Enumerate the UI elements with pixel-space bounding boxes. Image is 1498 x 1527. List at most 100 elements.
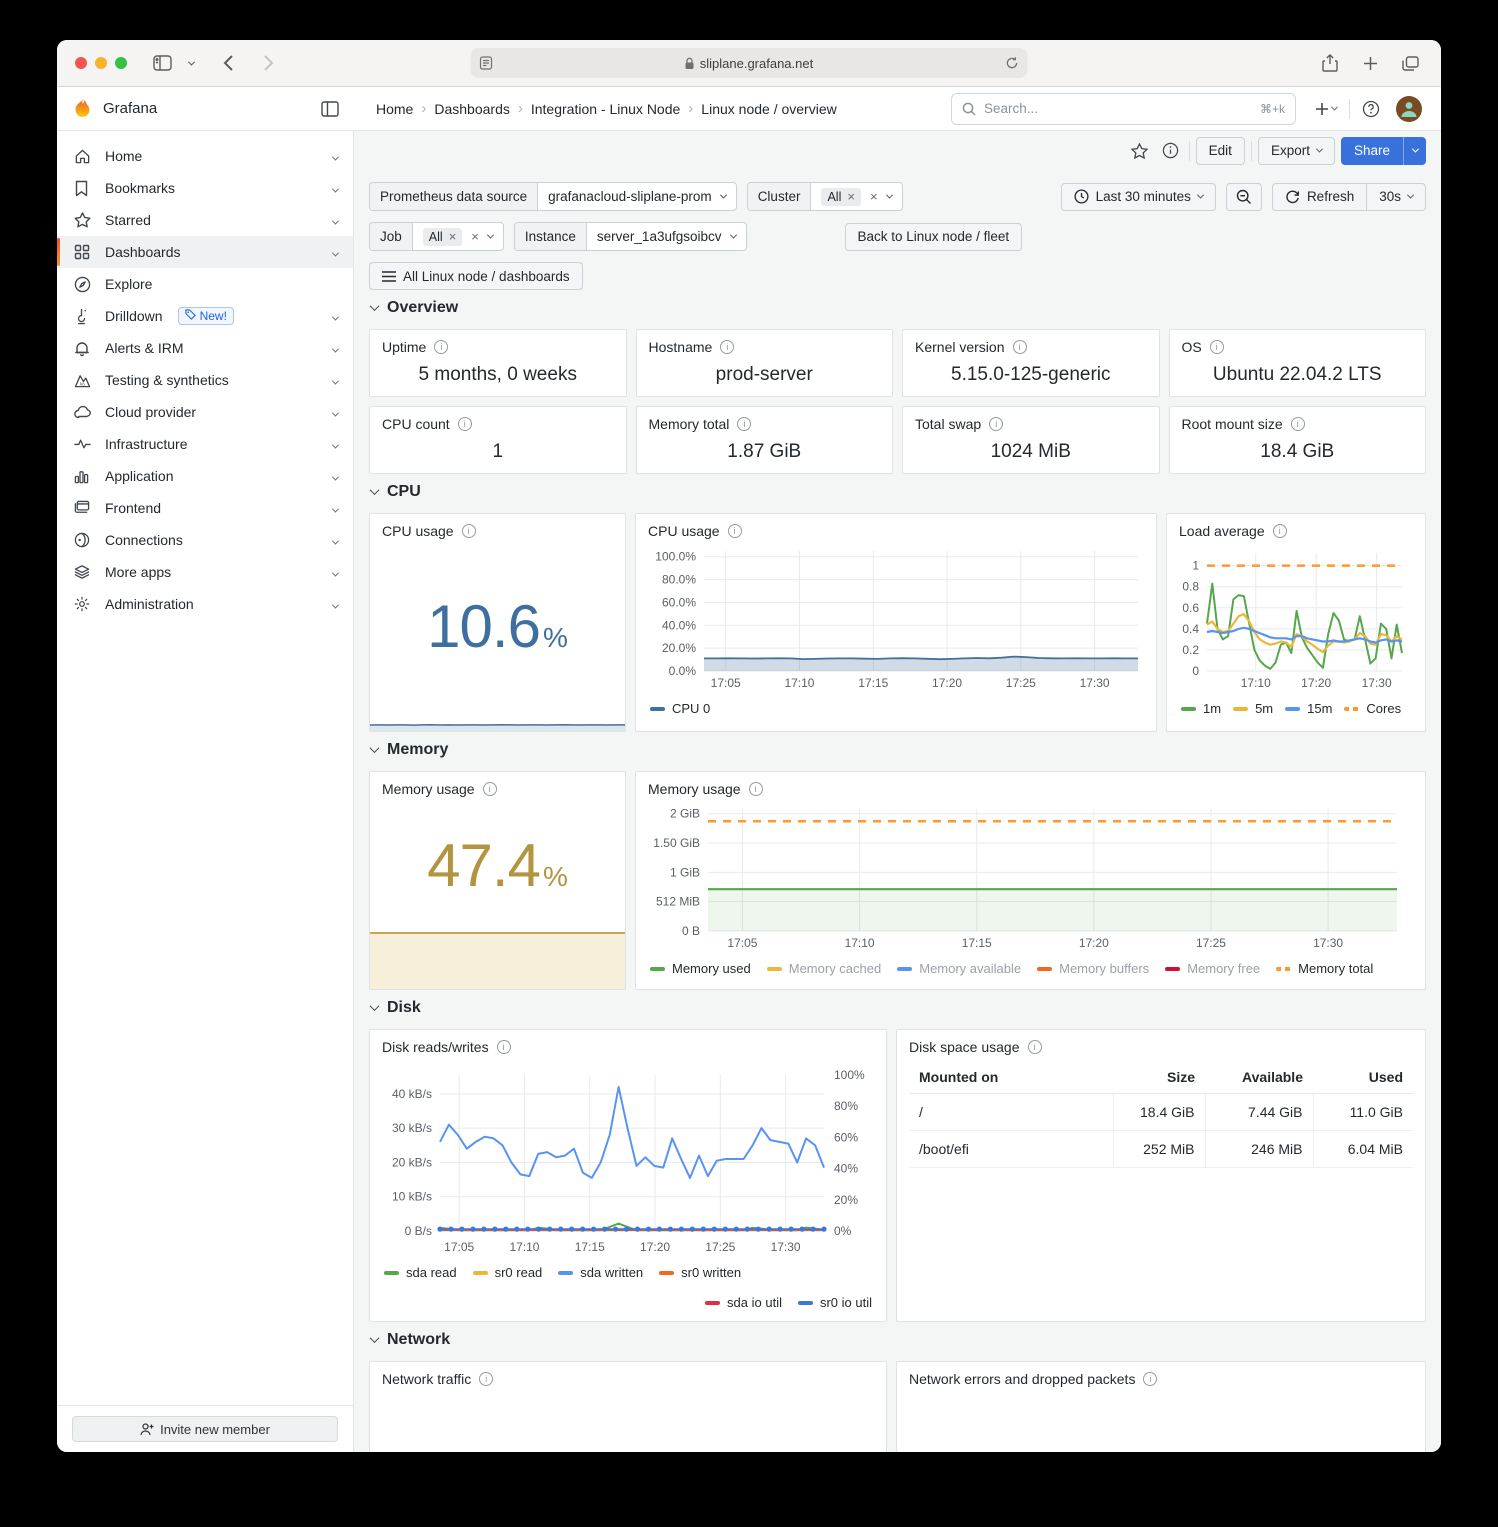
legend-item-sda-read[interactable]: sda read [384, 1265, 457, 1280]
table-header-used[interactable]: Used [1313, 1061, 1413, 1094]
sidebar-item-home[interactable]: Home [57, 140, 353, 172]
legend-item-memory-buffers[interactable]: Memory buffers [1037, 961, 1149, 976]
info-icon[interactable] [728, 524, 742, 538]
section-overview[interactable]: Overview [371, 299, 1424, 317]
chevron-down-icon[interactable] [333, 596, 338, 612]
section-disk[interactable]: Disk [371, 999, 1424, 1017]
disk-reads-writes-chart[interactable]: 0 B/s10 kB/s20 kB/s30 kB/s40 kB/s17:0517… [370, 1057, 886, 1262]
info-icon[interactable] [497, 1040, 511, 1054]
share-dropdown-caret[interactable] [1403, 137, 1426, 165]
instance-picker[interactable]: Instance server_1a3ufgsoibcv [514, 222, 747, 251]
sidebar-item-infrastructure[interactable]: Infrastructure [57, 428, 353, 460]
info-icon[interactable] [720, 340, 734, 354]
browser-sidebar-toggle-icon[interactable] [149, 50, 175, 76]
info-icon[interactable] [483, 782, 497, 796]
info-icon[interactable] [1013, 340, 1027, 354]
user-avatar[interactable] [1392, 92, 1426, 126]
stat-panel-kernel-version[interactable]: Kernel version 5.15.0-125-generic [902, 329, 1160, 397]
back-to-fleet-button[interactable]: Back to Linux node / fleet [845, 223, 1023, 251]
datasource-picker[interactable]: Prometheus data source grafanacloud-slip… [369, 182, 737, 211]
star-dashboard-icon[interactable] [1127, 139, 1152, 163]
chevron-down-icon[interactable] [333, 180, 338, 196]
info-icon[interactable] [989, 417, 1003, 431]
job-selected-tag[interactable]: All× [423, 228, 463, 246]
minimize-window-button[interactable] [95, 57, 107, 69]
edit-button[interactable]: Edit [1196, 137, 1245, 165]
legend-item-memory-total[interactable]: Memory total [1276, 961, 1373, 976]
cpu-usage-chart[interactable]: 0.0%20.0%40.0%60.0%80.0%100.0%17:0517:10… [636, 541, 1156, 698]
chevron-down-icon[interactable] [333, 564, 338, 580]
sidebar-item-testing-synthetics[interactable]: k6Testing & synthetics [57, 364, 353, 396]
legend-item-5m[interactable]: 5m [1233, 701, 1273, 716]
stat-panel-root-mount-size[interactable]: Root mount size 18.4 GiB [1169, 406, 1427, 474]
stat-panel-uptime[interactable]: Uptime 5 months, 0 weeks [369, 329, 627, 397]
zoom-out-time-icon[interactable] [1226, 183, 1262, 211]
table-header-mounted-on[interactable]: Mounted on [909, 1061, 1113, 1094]
share-page-icon[interactable] [1317, 50, 1343, 76]
network-traffic-panel[interactable]: Network traffic [369, 1361, 887, 1452]
clear-filter-icon[interactable]: × [870, 190, 878, 203]
chevron-down-icon[interactable] [333, 372, 338, 388]
sidebar-item-connections[interactable]: Connections [57, 524, 353, 556]
job-filter[interactable]: Job All× × [369, 222, 504, 251]
info-icon[interactable] [1028, 1040, 1042, 1054]
chevron-down-icon[interactable] [333, 244, 338, 260]
time-range-picker[interactable]: Last 30 minutes [1061, 183, 1216, 211]
legend-item-15m[interactable]: 15m [1285, 701, 1332, 716]
section-cpu[interactable]: CPU [371, 483, 1424, 501]
table-header-size[interactable]: Size [1113, 1061, 1205, 1094]
legend-item-memory-free[interactable]: Memory free [1165, 961, 1260, 976]
maximize-window-button[interactable] [115, 57, 127, 69]
legend-item-sr0-read[interactable]: sr0 read [473, 1265, 543, 1280]
sidebar-item-more-apps[interactable]: More apps [57, 556, 353, 588]
chevron-down-icon[interactable] [333, 148, 338, 164]
info-icon[interactable] [434, 340, 448, 354]
chevron-down-icon[interactable] [333, 436, 338, 452]
legend-item-memory-cached[interactable]: Memory cached [767, 961, 881, 976]
invite-new-member-button[interactable]: Invite new member [72, 1416, 338, 1442]
legend-item-memory-used[interactable]: Memory used [650, 961, 751, 976]
close-window-button[interactable] [75, 57, 87, 69]
section-network[interactable]: Network [371, 1331, 1424, 1349]
dashboard-info-icon[interactable] [1158, 138, 1183, 163]
sidebar-item-application[interactable]: Application [57, 460, 353, 492]
memory-usage-timeseries-panel[interactable]: Memory usage 0 B512 MiB1 GiB1.50 GiB2 Gi… [635, 771, 1426, 990]
memory-usage-stat-panel[interactable]: Memory usage 47.4% [369, 771, 626, 990]
chevron-down-icon[interactable] [333, 468, 338, 484]
legend-item-sr0-io-util[interactable]: sr0 io util [798, 1295, 872, 1310]
stat-panel-cpu-count[interactable]: CPU count 1 [369, 406, 627, 474]
sidebar-item-cloud-provider[interactable]: Cloud provider [57, 396, 353, 428]
legend-item-memory-available[interactable]: Memory available [897, 961, 1021, 976]
chevron-down-icon[interactable] [333, 532, 338, 548]
all-dashboards-button[interactable]: All Linux node / dashboards [369, 262, 583, 290]
load-average-chart[interactable]: 00.20.40.60.8117:1017:2017:30 [1167, 541, 1425, 698]
stat-panel-os[interactable]: OS Ubuntu 22.04.2 LTS [1169, 329, 1427, 397]
sidebar-item-frontend[interactable]: Frontend [57, 492, 353, 524]
chevron-down-icon[interactable] [333, 404, 338, 420]
legend-item-cores[interactable]: Cores [1344, 701, 1401, 716]
memory-usage-chart[interactable]: 0 B512 MiB1 GiB1.50 GiB2 GiB17:0517:1017… [636, 799, 1425, 958]
add-new-button[interactable] [1311, 98, 1341, 120]
grafana-logo[interactable] [72, 98, 93, 120]
info-icon[interactable] [479, 1372, 493, 1386]
search-input[interactable]: ⌘+k [951, 93, 1296, 125]
info-icon[interactable] [1291, 417, 1305, 431]
info-icon[interactable] [749, 782, 763, 796]
cpu-usage-stat-panel[interactable]: CPU usage 10.6% [369, 513, 626, 732]
address-bar[interactable]: sliplane.grafana.net [471, 48, 1028, 78]
help-icon[interactable] [1358, 96, 1384, 122]
cpu-usage-timeseries-panel[interactable]: CPU usage 0.0%20.0%40.0%60.0%80.0%100.0%… [635, 513, 1157, 732]
disk-reads-writes-panel[interactable]: Disk reads/writes 0 B/s10 kB/s20 kB/s30 … [369, 1029, 887, 1322]
tab-group-chevron-icon[interactable] [183, 50, 199, 76]
sidebar-item-explore[interactable]: Explore [57, 268, 353, 300]
stat-panel-hostname[interactable]: Hostname prod-server [636, 329, 894, 397]
table-header-available[interactable]: Available [1205, 1061, 1313, 1094]
info-icon[interactable] [1210, 340, 1224, 354]
export-button[interactable]: Export [1258, 137, 1335, 165]
info-icon[interactable] [458, 417, 472, 431]
info-icon[interactable] [462, 524, 476, 538]
refresh-interval-picker[interactable]: 30s [1367, 183, 1426, 211]
sidebar-item-starred[interactable]: Starred [57, 204, 353, 236]
new-tab-icon[interactable] [1357, 50, 1383, 76]
legend-item-sda-written[interactable]: sda written [558, 1265, 643, 1280]
